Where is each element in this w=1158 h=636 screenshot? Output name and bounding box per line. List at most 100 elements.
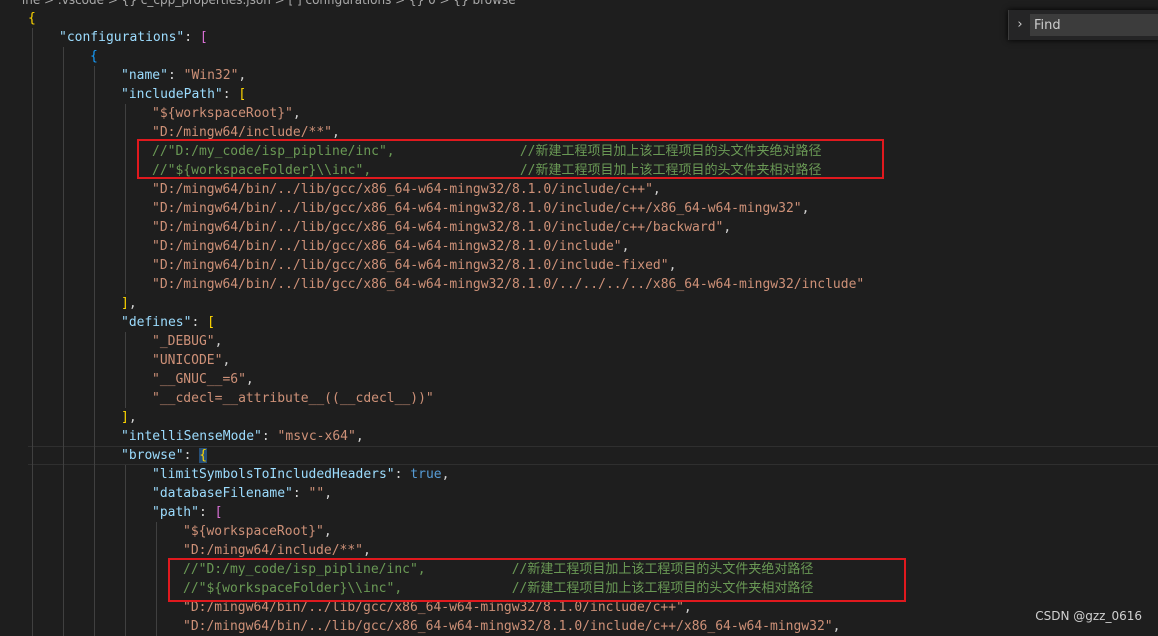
code-token: , xyxy=(332,125,340,140)
indent-guide xyxy=(32,522,33,541)
code-line[interactable]: "path": [ xyxy=(0,503,1158,522)
indent-guide xyxy=(94,218,95,237)
code-line[interactable]: "configurations": [ xyxy=(0,28,1158,47)
code-text: //"${workspaceFolder}\\inc", //新建工程项目加上该… xyxy=(152,161,822,180)
code-token: "D:/mingw64/bin/../lib/gcc/x86_64-w64-mi… xyxy=(152,201,802,216)
indent-guide xyxy=(125,389,126,408)
code-line[interactable]: "UNICODE", xyxy=(0,351,1158,370)
code-line[interactable]: "D:/mingw64/bin/../lib/gcc/x86_64-w64-mi… xyxy=(0,256,1158,275)
indent-guide xyxy=(94,522,95,541)
code-line[interactable]: //"${workspaceFolder}\\inc", //新建工程项目加上该… xyxy=(0,579,1158,598)
code-line[interactable]: "D:/mingw64/bin/../lib/gcc/x86_64-w64-mi… xyxy=(0,598,1158,617)
code-token: "D:/mingw64/bin/../lib/gcc/x86_64-w64-mi… xyxy=(183,619,833,634)
code-token: "__cdecl=__attribute__((__cdecl__))" xyxy=(152,391,434,406)
code-line[interactable]: //"${workspaceFolder}\\inc", //新建工程项目加上该… xyxy=(0,161,1158,180)
indent-guide xyxy=(63,560,64,579)
indent-guide xyxy=(63,522,64,541)
code-token: { xyxy=(28,11,36,26)
code-editor[interactable]: {"configurations": [{"name": "Win32", "in… xyxy=(0,9,1158,636)
code-text: "UNICODE", xyxy=(152,351,230,370)
code-line[interactable]: "limitSymbolsToIncludedHeaders": true, xyxy=(0,465,1158,484)
indent-guide xyxy=(156,598,157,617)
code-token: "${workspaceRoot}" xyxy=(183,524,324,539)
code-token: , xyxy=(292,106,301,121)
chevron-right-icon[interactable]: › xyxy=(1013,16,1027,34)
code-token: ] xyxy=(121,296,129,311)
code-line[interactable]: //"D:/my_code/isp_pipline/inc", //新建工程项目… xyxy=(0,560,1158,579)
code-token: , xyxy=(441,467,450,482)
indent-guide xyxy=(94,104,95,123)
indent-guide xyxy=(32,104,33,123)
indent-guide xyxy=(125,522,126,541)
find-widget: › xyxy=(1008,10,1158,40)
code-token: [ xyxy=(199,30,208,45)
indent-guide xyxy=(63,85,64,104)
code-line[interactable]: "${workspaceRoot}", xyxy=(0,522,1158,541)
indent-guide xyxy=(63,389,64,408)
indent-guide xyxy=(32,484,33,503)
code-token: : xyxy=(184,30,200,45)
code-line[interactable]: "databaseFilename": "", xyxy=(0,484,1158,503)
code-token: "includePath" xyxy=(121,87,223,102)
indent-guide xyxy=(32,294,33,313)
code-token: { xyxy=(199,448,208,463)
indent-guide xyxy=(156,560,157,579)
code-line[interactable]: "D:/mingw64/include/**", xyxy=(0,541,1158,560)
code-text: "browse": { xyxy=(121,446,208,465)
indent-guide xyxy=(94,275,95,294)
code-text: "D:/mingw64/bin/../lib/gcc/x86_64-w64-mi… xyxy=(152,180,661,199)
code-line[interactable]: "includePath": [ xyxy=(0,85,1158,104)
code-text: "path": [ xyxy=(152,503,222,522)
indent-guide xyxy=(63,503,64,522)
indent-guide xyxy=(94,85,95,104)
code-token: : xyxy=(183,448,200,463)
indent-guide xyxy=(156,541,157,560)
code-text: //"${workspaceFolder}\\inc", //新建工程项目加上该… xyxy=(183,579,813,598)
indent-guide xyxy=(32,275,33,294)
find-input[interactable] xyxy=(1030,14,1158,36)
code-token: "D:/mingw64/bin/../lib/gcc/x86_64-w64-mi… xyxy=(152,239,622,254)
indent-guide xyxy=(32,142,33,161)
code-line[interactable]: "_DEBUG", xyxy=(0,332,1158,351)
code-token: //"${workspaceFolder}\\inc", //新建工程项目加上该… xyxy=(183,581,814,596)
indent-guide xyxy=(32,370,33,389)
code-line[interactable]: "browse": { xyxy=(0,446,1158,465)
code-line[interactable]: "D:/mingw64/bin/../lib/gcc/x86_64-w64-mi… xyxy=(0,199,1158,218)
breadcrumb[interactable]: pipline > .vscode > {} c_cpp_properties.… xyxy=(0,0,1158,8)
watermark: CSDN @gzz_0616 xyxy=(1035,609,1142,623)
code-token: "Win32" xyxy=(183,68,239,83)
code-line[interactable]: ], xyxy=(0,408,1158,427)
indent-guide xyxy=(94,180,95,199)
indent-guide xyxy=(32,199,33,218)
code-token: "databaseFilename" xyxy=(152,486,293,501)
code-line[interactable]: { xyxy=(0,47,1158,66)
indent-guide xyxy=(94,123,95,142)
indent-guide xyxy=(63,275,64,294)
indent-guide xyxy=(125,579,126,598)
code-token: "D:/mingw64/bin/../lib/gcc/x86_64-w64-mi… xyxy=(152,258,669,273)
code-line[interactable]: "__cdecl=__attribute__((__cdecl__))" xyxy=(0,389,1158,408)
code-token: , xyxy=(128,410,137,425)
code-line[interactable]: "D:/mingw64/bin/../lib/gcc/x86_64-w64-mi… xyxy=(0,617,1158,636)
code-line[interactable]: "__GNUC__=6", xyxy=(0,370,1158,389)
code-line[interactable]: "${workspaceRoot}", xyxy=(0,104,1158,123)
code-line[interactable]: "intelliSenseMode": "msvc-x64", xyxy=(0,427,1158,446)
code-text: "__cdecl=__attribute__((__cdecl__))" xyxy=(152,389,434,408)
indent-guide xyxy=(125,199,126,218)
code-text: "configurations": [ xyxy=(59,28,208,47)
code-token: , xyxy=(355,429,364,444)
code-line[interactable]: "D:/mingw64/include/**", xyxy=(0,123,1158,142)
code-line[interactable]: { xyxy=(0,9,1158,28)
indent-guide xyxy=(125,275,126,294)
code-line[interactable]: ], xyxy=(0,294,1158,313)
indent-guide xyxy=(125,123,126,142)
code-line[interactable]: "defines": [ xyxy=(0,313,1158,332)
code-token: "D:/mingw64/include/**" xyxy=(152,125,333,140)
code-line[interactable]: "D:/mingw64/bin/../lib/gcc/x86_64-w64-mi… xyxy=(0,237,1158,256)
code-line[interactable]: "D:/mingw64/bin/../lib/gcc/x86_64-w64-mi… xyxy=(0,275,1158,294)
code-line[interactable]: //"D:/my_code/isp_pipline/inc", //新建工程项目… xyxy=(0,142,1158,161)
code-line[interactable]: "name": "Win32", xyxy=(0,66,1158,85)
indent-guide xyxy=(32,560,33,579)
code-line[interactable]: "D:/mingw64/bin/../lib/gcc/x86_64-w64-mi… xyxy=(0,218,1158,237)
code-line[interactable]: "D:/mingw64/bin/../lib/gcc/x86_64-w64-mi… xyxy=(0,180,1158,199)
